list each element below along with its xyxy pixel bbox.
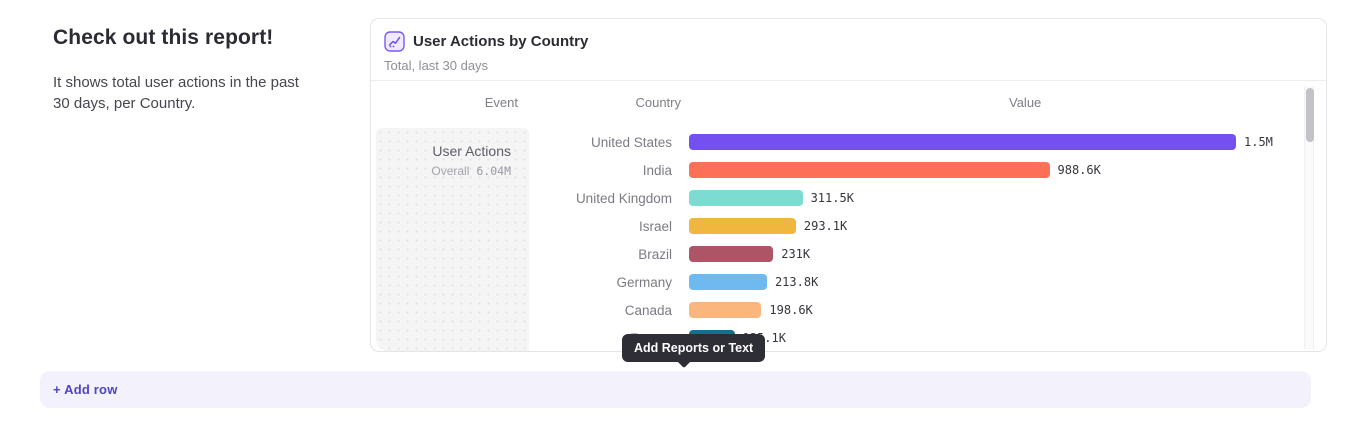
value-bar[interactable] [689,218,796,234]
value-bar[interactable] [689,134,1236,150]
country-label: United Kingdom [529,191,689,206]
value-bar[interactable] [689,190,803,206]
value-label: 293.1K [804,219,847,233]
event-cell[interactable]: User Actions Overall 6.04M [376,128,529,351]
value-label: 198.6K [769,303,812,317]
report-card-header: User Actions by Country Total, last 30 d… [371,19,1326,81]
event-total: 6.04M [476,164,511,178]
chart-row: Brazil 231K [529,240,1312,268]
scrollbar-track[interactable] [1304,86,1314,349]
chart-row: India 988.6K [529,156,1312,184]
country-label: India [529,163,689,178]
country-label: Israel [529,219,689,234]
value-bar[interactable] [689,162,1050,178]
event-name: User Actions [376,143,511,159]
chart-rows: United States 1.5M India 988.6K United Kingd… [529,128,1312,352]
value-label: 213.8K [775,275,818,289]
country-label: Germany [529,275,689,290]
value-label: 231K [781,247,810,261]
event-aggregation: Overall 6.04M [376,164,511,178]
country-label: Brazil [529,247,689,262]
dashboard-page: Check out this report! It shows total us… [0,0,1349,436]
country-label: Canada [529,303,689,318]
report-subtitle: Total, last 30 days [384,58,1313,73]
column-header-country: Country [529,95,689,110]
value-bar[interactable] [689,274,767,290]
value-label: 311.5K [811,191,854,205]
column-headers: Event Country Value [371,82,1326,122]
text-card-body: It shows total user actions in the past … [53,72,313,114]
add-row-button[interactable]: + Add row [40,371,1311,408]
chart-row: Israel 293.1K [529,212,1312,240]
country-label: United States [529,135,689,150]
tooltip-label: Add Reports or Text [634,341,753,355]
report-card[interactable]: User Actions by Country Total, last 30 d… [370,18,1327,352]
bar-chart: Event Country Value User Actions Overall… [371,82,1326,351]
text-card: Check out this report! It shows total us… [53,26,313,114]
add-row-label: + Add row [53,382,118,397]
value-bar[interactable] [689,302,761,318]
value-label: 988.6K [1058,163,1101,177]
chart-row: United Kingdom 311.5K [529,184,1312,212]
chart-row: Germany 213.8K [529,268,1312,296]
scrollbar-thumb[interactable] [1306,88,1314,142]
chart-row: United States 1.5M [529,128,1312,156]
column-header-event: Event [376,95,529,110]
value-bar[interactable] [689,246,773,262]
event-aggregation-label: Overall [431,164,469,178]
column-header-value: Value [1009,95,1041,110]
add-reports-tooltip: Add Reports or Text [622,334,765,362]
report-title[interactable]: User Actions by Country [413,33,588,50]
chart-row: Canada 198.6K [529,296,1312,324]
value-label: 1.5M [1244,135,1273,149]
line-chart-icon [384,31,405,52]
text-card-heading: Check out this report! [53,26,313,50]
